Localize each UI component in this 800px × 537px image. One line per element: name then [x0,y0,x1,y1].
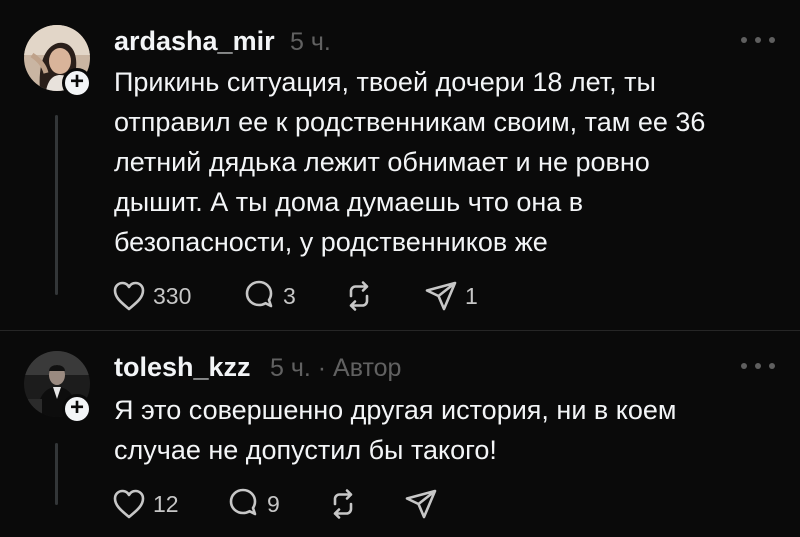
author-tag: · Автор [317,354,402,382]
reply-count: 9 [267,490,280,517]
follow-plus-icon[interactable]: + [62,394,92,424]
share-button[interactable]: 1 [424,278,478,314]
like-count: 330 [153,282,192,309]
username[interactable]: tolesh_kzz [114,352,251,383]
thread-line [55,115,58,295]
username[interactable]: ardasha_mir [114,26,275,57]
more-icon[interactable] [738,30,778,50]
follow-plus-icon[interactable]: + [62,68,92,98]
thread-line [55,443,58,505]
send-icon [425,281,457,311]
reply-button[interactable]: 9 [226,486,280,522]
more-icon[interactable] [738,356,778,376]
heart-icon [113,281,145,311]
comment-post-1: + ardasha_mir 5 ч. Прикинь ситуация, тво… [0,0,800,330]
heart-icon [113,489,145,519]
like-count: 12 [153,490,179,517]
comment-text-line-3: летний дядька лежит обнимает и не ровно [114,147,650,177]
timestamp: 5 ч. · Автор [270,354,401,383]
comment-text-line-2: отправил ее к родственникам своим, там е… [114,107,706,137]
reply-button[interactable]: 3 [242,278,296,314]
repost-button[interactable] [326,486,360,522]
comment-icon [229,488,257,516]
share-count: 1 [465,282,478,309]
like-button[interactable]: 12 [112,486,179,522]
repost-icon [333,489,353,519]
timestamp-time: 5 ч. [270,354,311,382]
like-button[interactable]: 330 [112,278,191,314]
comment-post-2: + tolesh_kzz 5 ч. · Автор Я это совершен… [0,330,800,537]
comment-text-line-1: Прикинь ситуация, твоей дочери 18 лет, т… [114,67,656,97]
repost-button[interactable] [342,278,376,314]
comment-text-line-1: Я это совершенно другая история, ни в ко… [114,395,677,425]
comment-text-line-5: безопасности, у родственников же [114,227,548,257]
send-icon [405,489,437,519]
share-button[interactable] [404,486,438,522]
comment-icon [245,280,273,308]
comment-text-line-2: случае не допустил бы такого! [114,435,497,465]
timestamp: 5 ч. [290,28,331,56]
comment-text-line-4: дышит. А ты дома думаешь что она в [114,187,584,217]
reply-count: 3 [283,282,296,309]
repost-icon [349,281,369,311]
